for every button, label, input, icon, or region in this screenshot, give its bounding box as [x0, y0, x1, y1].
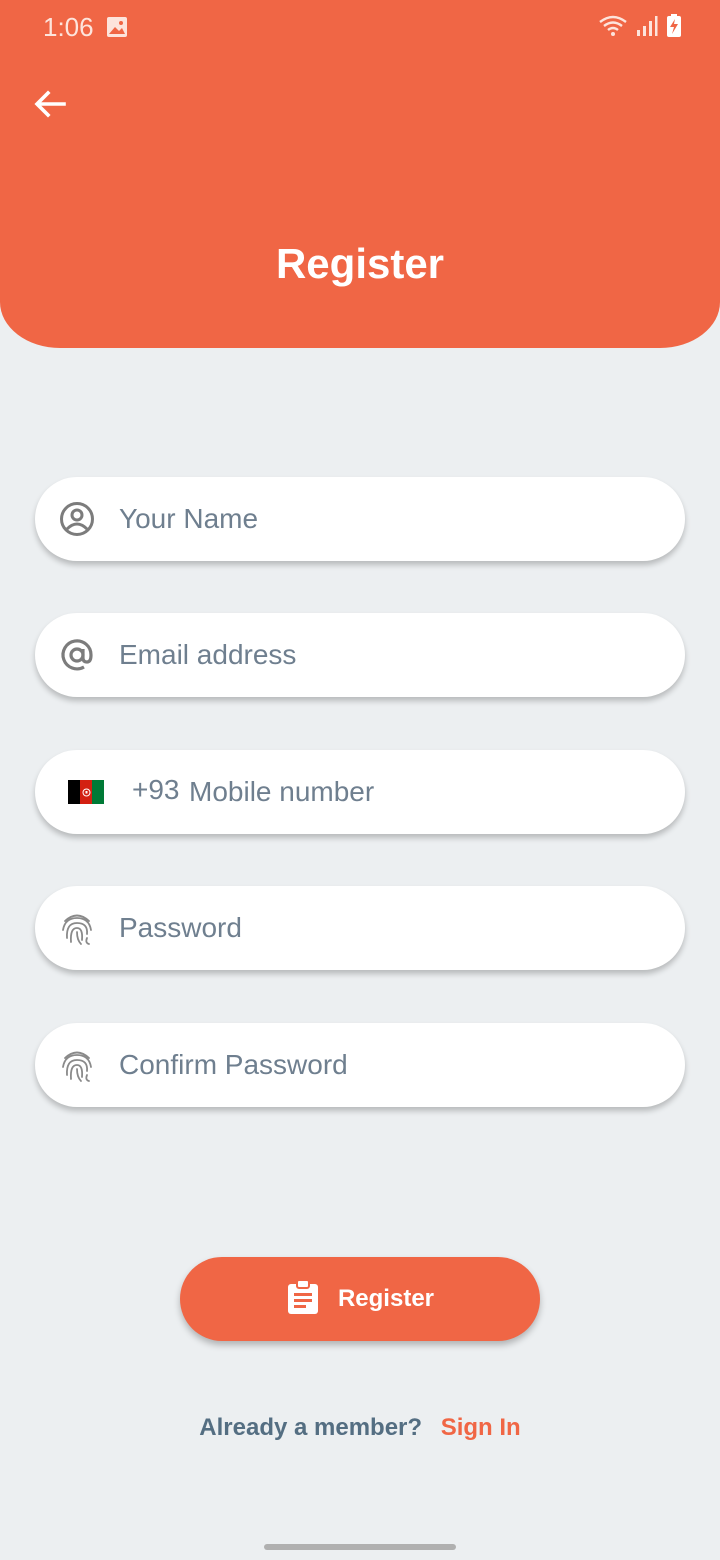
country-dial-code[interactable]: +93: [132, 774, 180, 806]
fingerprint-icon: [59, 910, 95, 946]
password-field[interactable]: [35, 886, 685, 970]
register-button[interactable]: Register: [180, 1257, 540, 1341]
clipboard-icon: [286, 1278, 320, 1320]
phone-field[interactable]: +93: [35, 750, 685, 834]
account-circle-icon: [59, 501, 95, 537]
status-icons: [598, 14, 682, 43]
sign-in-row: Already a member? Sign In: [0, 1414, 720, 1442]
afghanistan-flag-icon[interactable]: [68, 780, 104, 804]
fingerprint-icon: [59, 1047, 95, 1083]
gesture-nav-handle[interactable]: [264, 1544, 456, 1550]
confirm-password-input[interactable]: [119, 1023, 659, 1107]
battery-charging-icon: [666, 14, 682, 43]
status-time: 1:06: [43, 12, 94, 42]
name-input[interactable]: [119, 477, 659, 561]
sign-in-link[interactable]: Sign In: [441, 1414, 521, 1441]
already-member-text: Already a member?: [199, 1414, 423, 1441]
name-field[interactable]: [35, 477, 685, 561]
header: 1:06 Register: [0, 0, 720, 348]
status-bar: 1:06: [0, 0, 720, 56]
phone-input[interactable]: [189, 750, 659, 834]
back-button[interactable]: [28, 82, 72, 126]
arrow-left-icon: [34, 90, 66, 118]
page-title: Register: [275, 240, 445, 287]
signal-icon: [636, 15, 658, 42]
email-input[interactable]: [119, 613, 659, 697]
email-field[interactable]: [35, 613, 685, 697]
at-sign-icon: [59, 637, 95, 673]
wifi-icon: [598, 15, 628, 42]
gallery-icon: [106, 16, 128, 43]
register-button-label: Register: [337, 1285, 435, 1312]
password-input[interactable]: [119, 886, 659, 970]
confirm-password-field[interactable]: [35, 1023, 685, 1107]
